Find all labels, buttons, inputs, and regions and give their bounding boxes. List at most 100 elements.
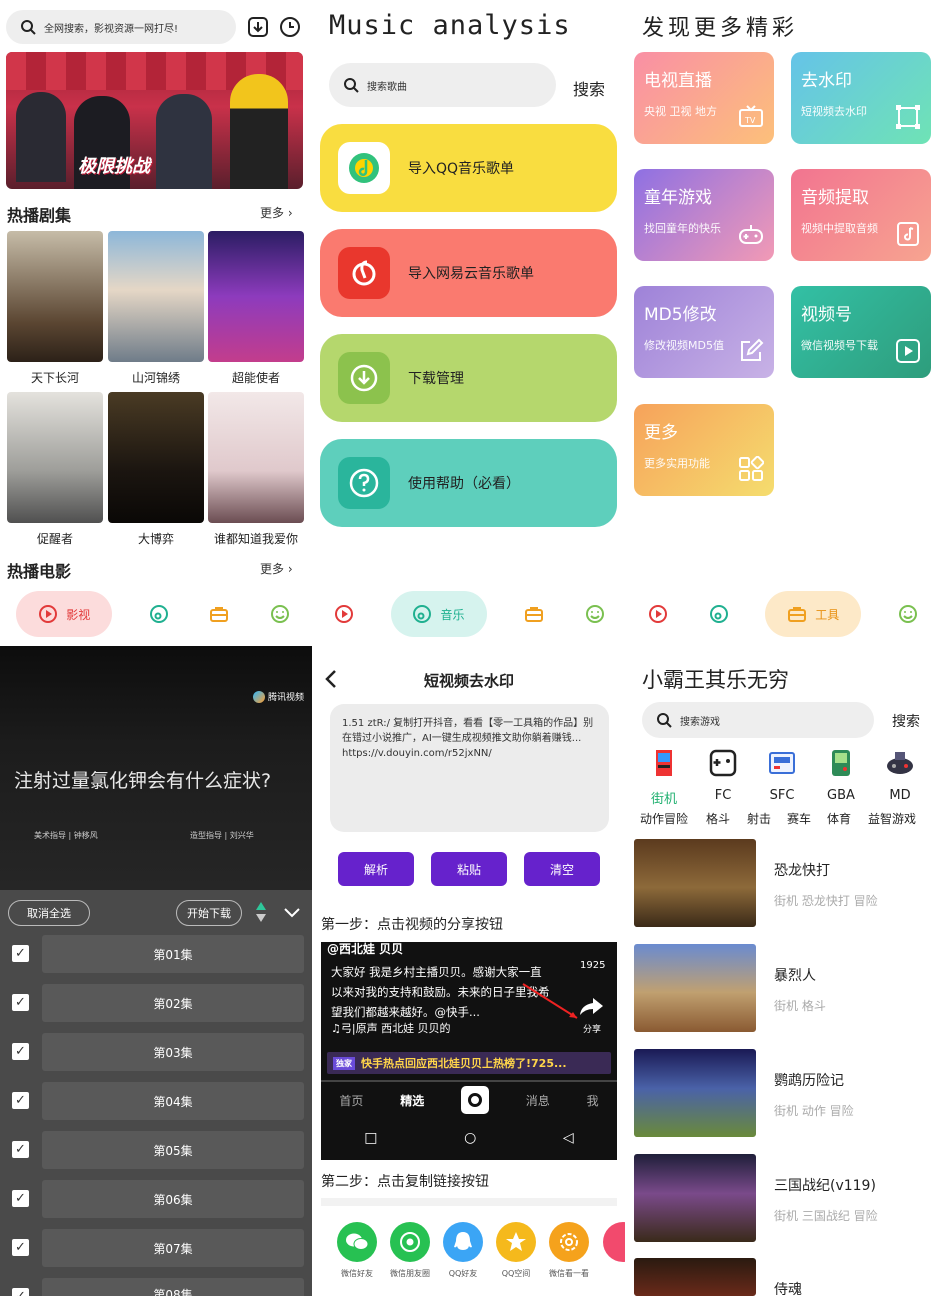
category-fc[interactable]: FC	[701, 748, 745, 803]
nav-tab-profile[interactable]	[581, 600, 609, 628]
share-moments[interactable]	[390, 1222, 430, 1262]
episode-checkbox[interactable]: ✓	[12, 994, 29, 1011]
share-wechat[interactable]	[337, 1222, 377, 1262]
episode-item[interactable]: 第06集	[42, 1180, 304, 1218]
link-input[interactable]: 1.51 ztR:/ 复制打开抖音，看看【零一工具箱的作品】别在错过小说推广，A…	[330, 704, 609, 832]
game-search-bar[interactable]: 搜索游戏	[642, 702, 874, 738]
drama-poster[interactable]	[208, 231, 304, 362]
help-icon	[338, 457, 390, 509]
search-bar[interactable]: 全网搜索，影视资源一网打尽!	[6, 10, 236, 44]
history-icon[interactable]	[279, 16, 301, 38]
download-circle-icon	[338, 352, 390, 404]
game-name[interactable]: 三国战纪(v119)	[774, 1175, 876, 1195]
drama-poster[interactable]	[108, 231, 204, 362]
download-icon[interactable]	[247, 16, 269, 38]
parse-button[interactable]: 解析	[338, 852, 414, 886]
tool-card-watermark[interactable]: 去水印 短视频去水印	[791, 52, 931, 144]
import-netease-card[interactable]: 导入网易云音乐歌单	[320, 229, 617, 317]
nav-tab-profile[interactable]	[894, 600, 922, 628]
start-download-button[interactable]: 开始下载	[176, 900, 242, 926]
episode-checkbox[interactable]: ✓	[12, 1141, 29, 1158]
video-player[interactable]: 腾讯视频 注射过量氯化钾会有什么症状? 美术指导 | 钟移风 造型指导 | 刘兴…	[0, 646, 312, 890]
tool-card-tv[interactable]: 电视直播 央视 卫视 地方 TV	[634, 52, 774, 144]
tool-card-audio[interactable]: 音频提取 视频中提取音频	[791, 169, 931, 261]
episode-checkbox[interactable]: ✓	[12, 1239, 29, 1256]
toolbox-icon	[210, 607, 229, 622]
category-arcade[interactable]: 街机	[642, 748, 686, 807]
nav-tab-video[interactable]	[330, 600, 358, 628]
episode-checkbox[interactable]: ✓	[12, 1043, 29, 1060]
chevron-down-icon[interactable]	[282, 904, 302, 920]
song-search-bar[interactable]: 搜索歌曲	[329, 63, 556, 107]
nav-tab-music[interactable]	[145, 600, 173, 628]
game-tags: 街机 恐龙快打 冒险	[774, 894, 878, 908]
nav-tab-video[interactable]: 影视	[16, 591, 113, 637]
subcategory[interactable]: 益智游戏	[868, 810, 916, 827]
subcategory[interactable]: 赛车	[787, 810, 811, 827]
page-title: Music analysis	[329, 10, 571, 41]
banner[interactable]: 极限挑战	[6, 52, 303, 189]
nav-tab-tools[interactable]	[205, 600, 233, 628]
help-card[interactable]: 使用帮助（必看）	[320, 439, 617, 527]
search-button[interactable]: 搜索	[573, 76, 605, 100]
game-thumbnail[interactable]	[634, 839, 756, 927]
subcategory[interactable]: 体育	[827, 810, 851, 827]
subcategory[interactable]: 格斗	[706, 810, 730, 827]
episode-checkbox[interactable]: ✓	[12, 1288, 29, 1296]
paste-button[interactable]: 粘贴	[431, 852, 507, 886]
search-button[interactable]: 搜索	[892, 711, 920, 731]
episode-item[interactable]: 第07集	[42, 1229, 304, 1267]
nav-tab-music[interactable]: 音乐	[390, 591, 487, 637]
tool-card-channels[interactable]: 视频号 微信视频号下载	[791, 286, 931, 378]
episode-checkbox[interactable]: ✓	[12, 1190, 29, 1207]
nav-tab-video[interactable]	[644, 600, 672, 628]
episode-checkbox[interactable]: ✓	[12, 1092, 29, 1109]
episode-item[interactable]: 第01集	[42, 935, 304, 973]
game-name[interactable]: 鹦鹉历险记	[774, 1070, 844, 1090]
clear-button[interactable]: 清空	[524, 852, 600, 886]
episode-item[interactable]: 第05集	[42, 1131, 304, 1169]
category-md[interactable]: MD	[878, 748, 922, 803]
cancel-all-button[interactable]: 取消全选	[8, 900, 90, 926]
sort-icon[interactable]	[254, 900, 268, 924]
tool-card-more[interactable]: 更多 更多实用功能	[634, 404, 774, 496]
episode-item[interactable]: 第03集	[42, 1033, 304, 1071]
episode-item[interactable]: 第02集	[42, 984, 304, 1022]
episode-item[interactable]: 第04集	[42, 1082, 304, 1120]
chevron-right-icon: ›	[287, 562, 293, 576]
svg-text:TV: TV	[744, 116, 756, 125]
nav-tab-tools[interactable]: 工具	[765, 591, 862, 637]
game-name[interactable]: 暴烈人	[774, 965, 816, 985]
drama-name: 促醒者	[36, 532, 73, 546]
game-thumbnail[interactable]	[634, 1049, 756, 1137]
tool-card-games[interactable]: 童年游戏 找回童年的快乐	[634, 169, 774, 261]
episode-checkbox[interactable]: ✓	[12, 945, 29, 962]
subcategory[interactable]: 射击	[747, 810, 771, 827]
download-manager-card[interactable]: 下载管理	[320, 334, 617, 422]
game-thumbnail[interactable]	[634, 944, 756, 1032]
nav-tab-music[interactable]	[705, 600, 733, 628]
episode-item[interactable]: 第08集	[42, 1278, 304, 1296]
movies-more-link[interactable]: 更多 ›	[260, 560, 293, 577]
drama-poster[interactable]	[7, 392, 103, 523]
import-qq-card[interactable]: 导入QQ音乐歌单	[320, 124, 617, 212]
game-thumbnail[interactable]	[634, 1258, 756, 1296]
game-name[interactable]: 侍魂	[774, 1279, 802, 1296]
game-thumbnail[interactable]	[634, 1154, 756, 1242]
category-sfc[interactable]: SFC	[760, 748, 804, 803]
drama-poster[interactable]	[108, 392, 204, 523]
subcategory[interactable]: 动作冒险	[640, 810, 688, 827]
game-name[interactable]: 恐龙快打	[774, 860, 830, 880]
nav-tab-tools[interactable]	[520, 600, 548, 628]
share-qq[interactable]	[443, 1222, 483, 1262]
share-more[interactable]	[603, 1222, 625, 1262]
category-gba[interactable]: GBA	[819, 748, 863, 803]
nav-tab-profile[interactable]	[266, 600, 294, 628]
tool-card-md5[interactable]: MD5修改 修改视频MD5值	[634, 286, 774, 378]
share-look[interactable]	[549, 1222, 589, 1262]
dramas-more-link[interactable]: 更多 ›	[260, 204, 293, 221]
drama-poster[interactable]	[208, 392, 304, 523]
share-qzone[interactable]	[496, 1222, 536, 1262]
drama-poster[interactable]	[7, 231, 103, 362]
watermark-panel: 短视频去水印 1.51 ztR:/ 复制打开抖音，看看【零一工具箱的作品】别在错…	[313, 646, 625, 1296]
